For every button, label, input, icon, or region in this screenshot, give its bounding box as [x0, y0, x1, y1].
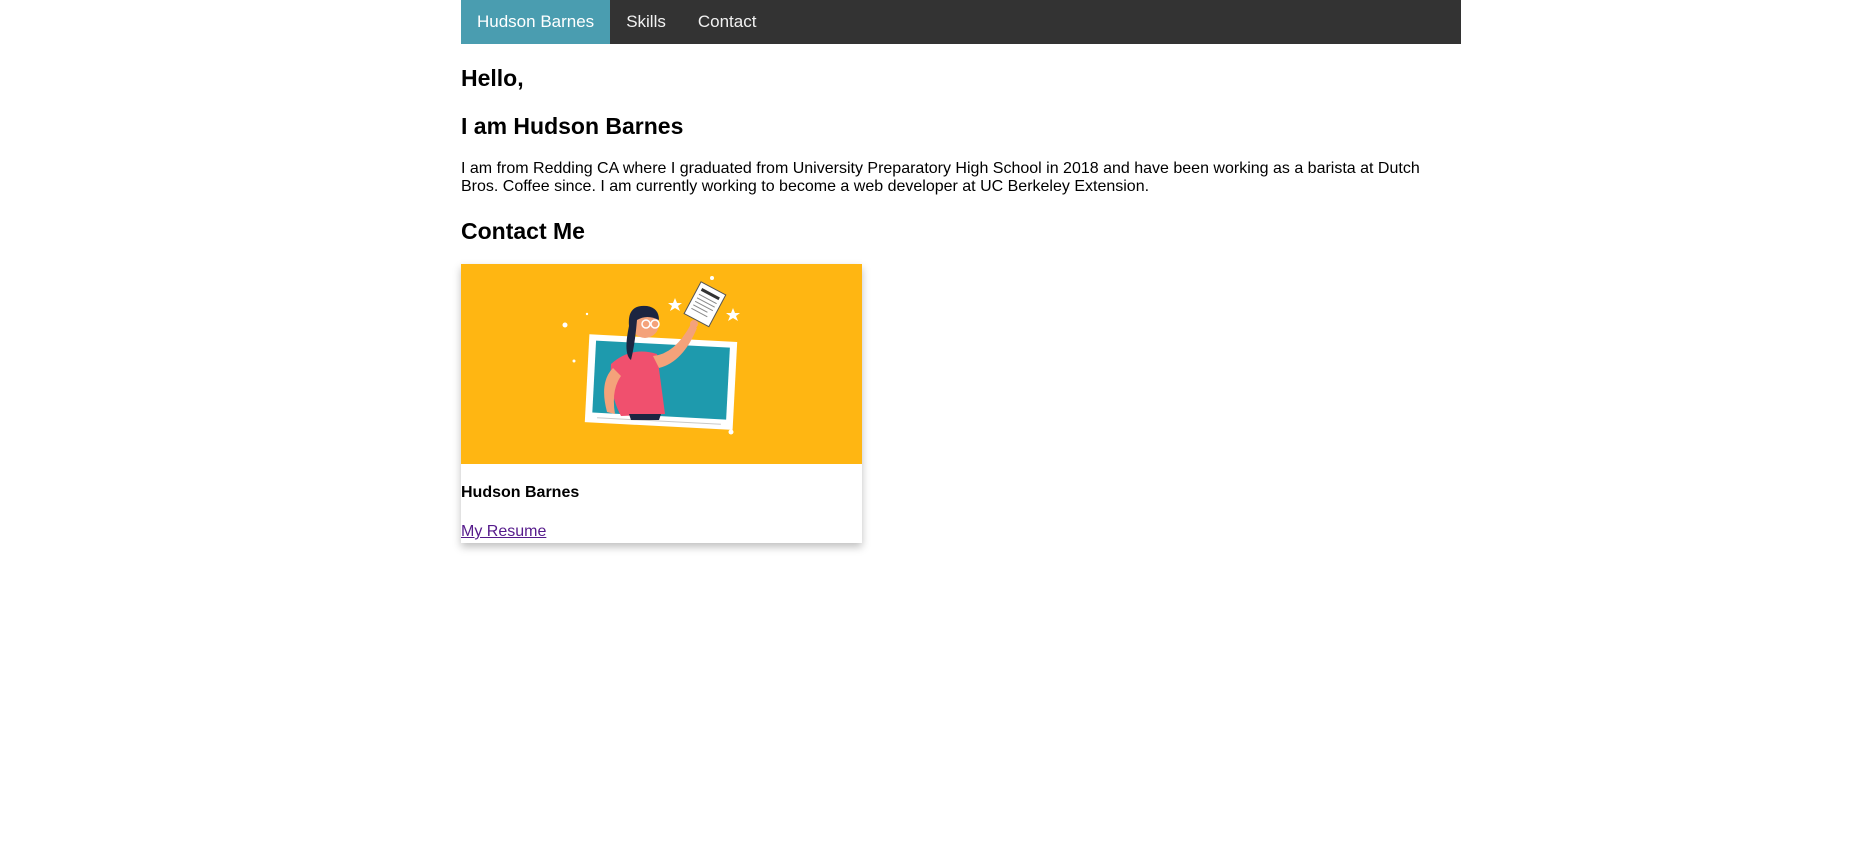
bio-paragraph: I am from Redding CA where I graduated f… [461, 160, 1420, 195]
greeting-heading: Hello, [461, 65, 524, 91]
card-body: Hudson Barnes My Resume [461, 464, 862, 543]
resume-link[interactable]: My Resume [461, 523, 546, 541]
resume-illustration-icon [461, 264, 862, 464]
nav-item-hudson-barnes[interactable]: Hudson Barnes [461, 0, 611, 44]
contact-heading: Contact Me [461, 218, 585, 244]
nav-item-contact[interactable]: Contact [682, 0, 773, 44]
page: Hudson Barnes Skills Contact Hello, I am… [461, 0, 1461, 543]
contact-card: Hudson Barnes My Resume [461, 264, 862, 543]
intro-heading: I am Hudson Barnes [461, 113, 684, 139]
top-navigation: Hudson Barnes Skills Contact [461, 0, 1461, 44]
card-name: Hudson Barnes [461, 484, 580, 501]
nav-item-skills[interactable]: Skills [610, 0, 682, 44]
